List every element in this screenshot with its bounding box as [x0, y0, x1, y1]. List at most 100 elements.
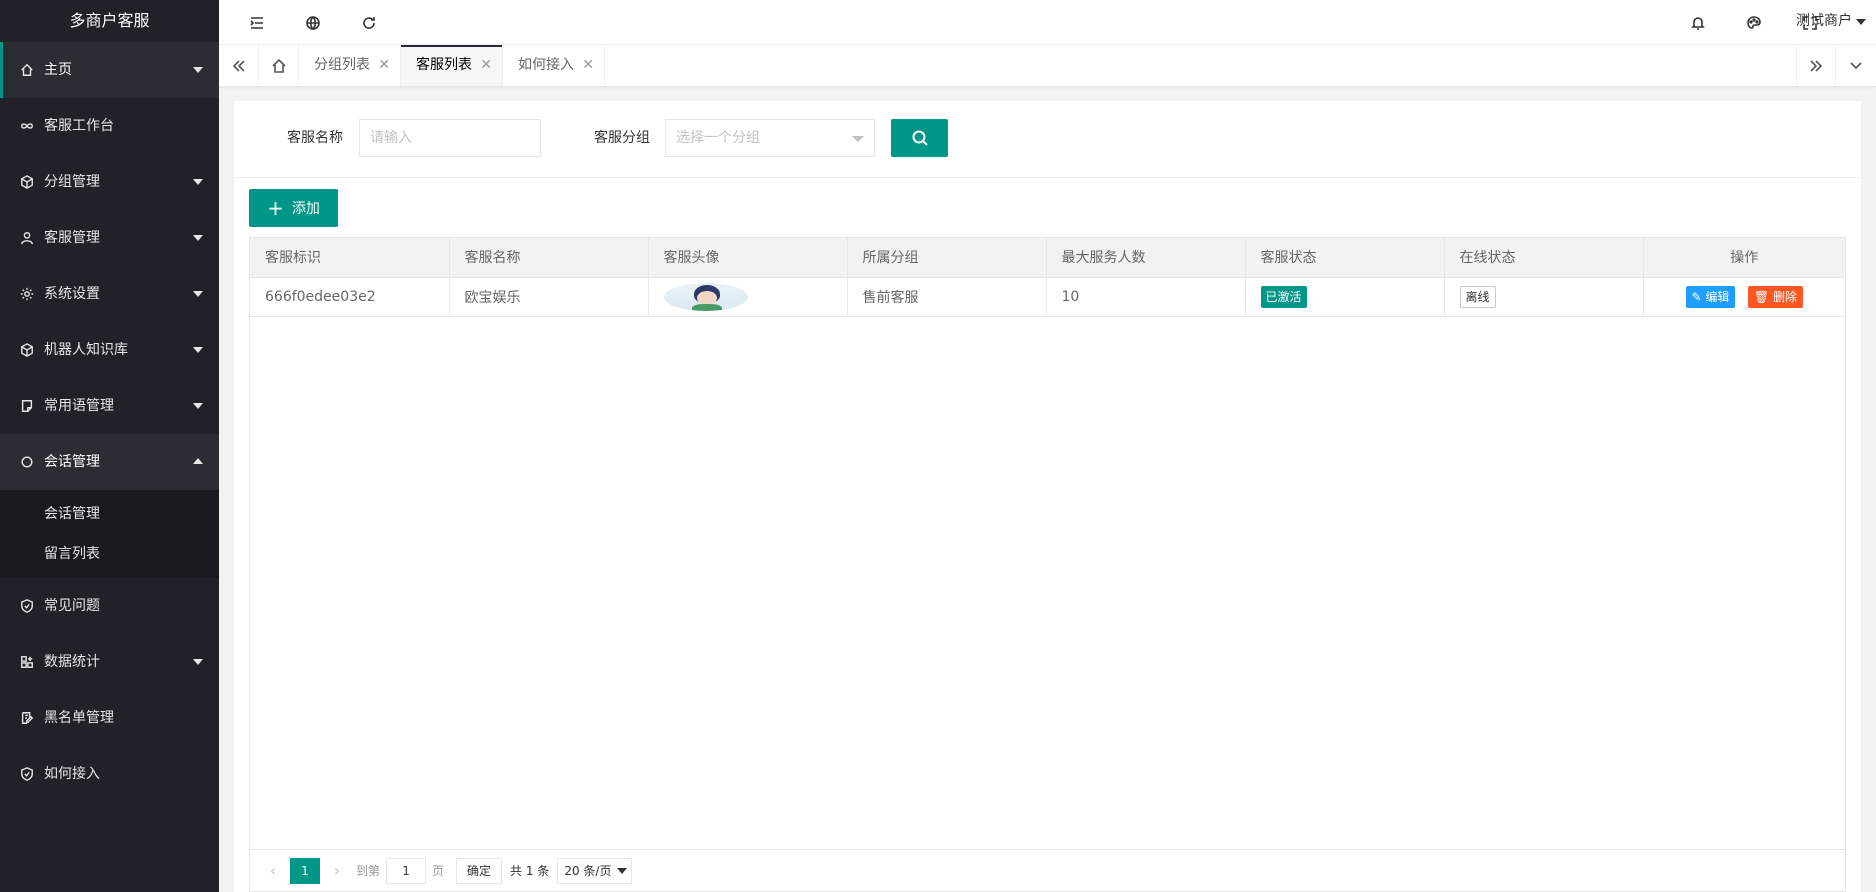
page-number-current[interactable]: 1 [290, 857, 320, 884]
sidebar-item-label: 数据统计 [44, 654, 100, 670]
menu-toggle-icon[interactable] [237, 0, 277, 45]
col-header-id[interactable]: 客服标识 [250, 238, 450, 278]
plus-icon: + [267, 196, 284, 220]
delete-button[interactable]: 🗑 删除 [1747, 285, 1803, 308]
search-button[interactable] [891, 119, 948, 157]
chevron-down-icon [193, 235, 203, 241]
table-row: 666f0edee03e2 欧宝娱乐 售前客服 10 已激活 离线 ✎ 编辑 🗑… [250, 277, 1845, 317]
sidebar-item-label: 主页 [44, 62, 72, 78]
agent-name-input[interactable] [359, 119, 541, 157]
cell-status: 已激活 [1245, 277, 1445, 317]
chevron-down-icon [852, 136, 864, 142]
sidebar-item-label: 黑名单管理 [44, 710, 114, 726]
col-header-name[interactable]: 客服名称 [449, 238, 649, 278]
chevron-down-icon [1856, 19, 1866, 25]
sidebar: 多商户客服 主页 客服工作台 分组管理 客服管理 系统设置 机器人知识库 常用语… [0, 0, 219, 892]
home-icon [19, 62, 35, 78]
tabs-bar: 分组列表 ✕ 客服列表 ✕ 如何接入 ✕ [219, 45, 1876, 87]
cell-id: 666f0edee03e2 [250, 277, 450, 317]
cube-icon [19, 342, 35, 358]
top-header: 测试商户 [219, 0, 1876, 45]
sidebar-item-robot[interactable]: 机器人知识库 [0, 322, 219, 378]
cell-group: 售前客服 [847, 277, 1047, 317]
tabs-scroll-right-icon[interactable] [1796, 45, 1836, 86]
sidebar-item-sessions[interactable]: 会话管理 [0, 434, 219, 490]
avatar[interactable] [663, 282, 748, 311]
col-header-actions: 操作 [1643, 238, 1845, 278]
col-header-status[interactable]: 客服状态 [1245, 238, 1445, 278]
page-suffix: 页 [432, 864, 445, 878]
agent-name-label: 客服名称 [287, 130, 343, 146]
tab-agent-list[interactable]: 客服列表 ✕ [401, 45, 503, 86]
edit-button[interactable]: ✎ 编辑 [1685, 285, 1736, 308]
bell-icon[interactable] [1678, 0, 1718, 45]
col-header-online[interactable]: 在线状态 [1444, 238, 1644, 278]
chevron-up-icon [193, 458, 203, 464]
chevron-down-icon [193, 659, 203, 665]
col-header-group[interactable]: 所属分组 [847, 238, 1047, 278]
tabs-scroll-left-icon[interactable] [219, 45, 259, 86]
sidebar-submenu: 会话管理 留言列表 [0, 490, 219, 578]
col-header-max[interactable]: 最大服务人数 [1046, 238, 1246, 278]
gear-icon [19, 286, 35, 302]
page-size-select[interactable]: 20 条/页 [557, 857, 633, 884]
agents-table: 客服标识 客服名称 客服头像 所属分组 最大服务人数 客服状态 在线状态 操作 … [249, 237, 1846, 892]
sidebar-menu: 主页 客服工作台 分组管理 客服管理 系统设置 机器人知识库 常用语管理 会话管… [0, 42, 219, 802]
confirm-page-button[interactable]: 确定 [456, 857, 503, 884]
sidebar-item-workbench[interactable]: 客服工作台 [0, 98, 219, 154]
tabs: 分组列表 ✕ 客服列表 ✕ 如何接入 ✕ [299, 45, 605, 86]
close-icon[interactable]: ✕ [480, 45, 492, 86]
prev-page-icon[interactable]: ‹ [260, 858, 286, 884]
home-tab-icon[interactable] [259, 45, 299, 86]
sidebar-item-phrases[interactable]: 常用语管理 [0, 378, 219, 434]
chat-icon [19, 454, 35, 470]
refresh-icon[interactable] [349, 0, 389, 45]
sidebar-item-label: 客服工作台 [44, 118, 114, 134]
main-card: 客服名称 客服分组 选择一个分组 + 添加 客服标识 客服名称 客服头像 [234, 101, 1861, 892]
sidebar-item-groups[interactable]: 分组管理 [0, 154, 219, 210]
cell-name: 欧宝娱乐 [449, 277, 649, 317]
add-button[interactable]: + 添加 [249, 189, 338, 227]
sidebar-item-integration[interactable]: 如何接入 [0, 746, 219, 802]
tabs-menu-chevron-down-icon[interactable] [1836, 45, 1876, 86]
col-header-avatar[interactable]: 客服头像 [648, 238, 848, 278]
select-placeholder: 选择一个分组 [676, 130, 760, 146]
link-icon [19, 118, 35, 134]
sidebar-item-home[interactable]: 主页 [0, 42, 219, 98]
status-badge: 已激活 [1260, 285, 1307, 308]
cell-online: 离线 [1444, 277, 1644, 317]
sidebar-item-label: 机器人知识库 [44, 342, 128, 358]
agent-group-select[interactable]: 选择一个分组 [665, 119, 875, 157]
submenu-item-messages[interactable]: 留言列表 [0, 534, 219, 574]
table-header-row: 客服标识 客服名称 客服头像 所属分组 最大服务人数 客服状态 在线状态 操作 [250, 238, 1845, 278]
chevron-down-icon [193, 347, 203, 353]
shield-check-icon [19, 766, 35, 782]
page-input[interactable] [386, 857, 427, 884]
submenu-item-sessions[interactable]: 会话管理 [0, 494, 219, 534]
tab-integration[interactable]: 如何接入 ✕ [503, 45, 605, 86]
goto-label: 到第 [356, 864, 381, 878]
palette-icon[interactable] [1734, 0, 1774, 45]
brand-logo: 多商户客服 [0, 0, 219, 42]
cube-icon [19, 174, 35, 190]
close-icon[interactable]: ✕ [378, 45, 390, 86]
globe-icon[interactable] [293, 0, 333, 45]
tab-group-list[interactable]: 分组列表 ✕ [299, 45, 401, 86]
chevron-down-icon [193, 403, 203, 409]
pencil-icon: ✎ [1691, 289, 1702, 304]
next-page-icon[interactable]: › [324, 858, 350, 884]
trash-icon: 🗑 [1753, 289, 1770, 304]
close-icon[interactable]: ✕ [582, 45, 594, 86]
sidebar-item-faq[interactable]: 常见问题 [0, 578, 219, 634]
sidebar-item-label: 客服管理 [44, 230, 100, 246]
user-menu[interactable]: 测试商户 [1796, 0, 1868, 45]
edit-button-label: 编辑 [1705, 289, 1730, 304]
sidebar-item-stats[interactable]: 数据统计 [0, 634, 219, 690]
sidebar-item-settings[interactable]: 系统设置 [0, 266, 219, 322]
sidebar-item-blacklist[interactable]: 黑名单管理 [0, 690, 219, 746]
online-badge: 离线 [1459, 285, 1496, 308]
cell-avatar [648, 277, 848, 317]
sidebar-item-label: 如何接入 [44, 766, 100, 782]
sidebar-item-agents[interactable]: 客服管理 [0, 210, 219, 266]
chevron-down-icon [193, 67, 203, 73]
